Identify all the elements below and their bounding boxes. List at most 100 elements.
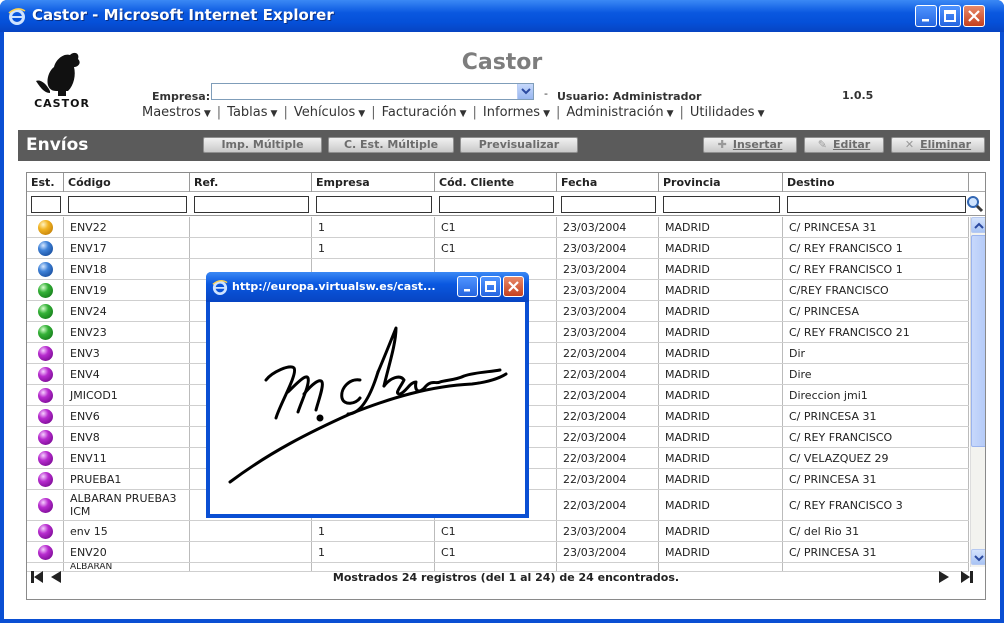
status-cell [27,427,64,447]
cell-fecha: 22/03/2004 [557,364,659,384]
filter-input[interactable] [316,196,432,213]
status-indicator-icon [37,240,53,256]
cell-fecha: 23/03/2004 [557,301,659,321]
cell-destino: C/ REY FRANCISCO [783,427,969,447]
column-header[interactable]: Ref. [190,173,312,192]
header-separator: - [544,87,548,100]
empresa-dropdown-arrow[interactable] [517,84,533,99]
status-cell [27,469,64,489]
cell-cliente: C1 [435,217,557,237]
button-label: Previsualizar [478,138,560,151]
status-cell [27,364,64,384]
scroll-up-button[interactable] [971,217,985,233]
maximize-button[interactable] [939,5,961,27]
column-header[interactable]: Cód. Cliente [435,173,557,192]
status-cell [27,217,64,237]
insertar-button[interactable]: ✚ Insertar [703,137,797,153]
minimize-button[interactable] [915,5,937,27]
menu-administracion[interactable]: Administración ▼ [566,105,673,120]
vertical-scrollbar[interactable] [970,217,985,567]
cell-fecha: 23/03/2004 [557,521,659,541]
filter-input[interactable] [787,196,966,213]
cell-provincia: MADRID [659,364,783,384]
popup-close-button[interactable] [503,276,524,297]
menu-vehiculos[interactable]: Vehículos ▼ [294,105,365,120]
menu-maestros[interactable]: Maestros ▼ [142,105,211,120]
menu-informes[interactable]: Informes ▼ [483,105,550,120]
filter-input[interactable] [194,196,309,213]
cell-codigo: ENV24 [64,301,190,321]
imp-multiple-button[interactable]: Imp. Múltiple [203,137,322,153]
handwritten-signature [228,326,508,484]
cell-ref [190,542,312,562]
close-button[interactable] [963,5,985,27]
eliminar-button[interactable]: ✕ Eliminar [891,137,985,153]
cell-provincia: MADRID [659,259,783,279]
empresa-select[interactable] [211,83,534,100]
cell-destino: C/ REY FRANCISCO 21 [783,322,969,342]
menu-facturacion[interactable]: Facturación ▼ [382,105,467,120]
est-multiple-button[interactable]: C. Est. Múltiple [328,137,454,153]
filter-input[interactable] [68,196,187,213]
status-indicator-icon [37,408,53,424]
cell-destino: Direccion jmi1 [783,385,969,405]
cell-fecha: 22/03/2004 [557,427,659,447]
menu-utilidades[interactable]: Utilidades ▼ [690,105,765,120]
popup-minimize-button[interactable] [457,276,478,297]
filter-input[interactable] [439,196,554,213]
column-header[interactable]: Empresa [312,173,435,192]
table-row[interactable]: env 15 1 C1 23/03/2004 MADRID C/ del Rio 31 [27,521,969,542]
status-indicator-icon [37,345,53,361]
table-row[interactable]: ENV17 1 C1 23/03/2004 MADRID C/ REY FRANCISCO… [27,238,969,259]
status-indicator-icon [37,366,53,382]
status-cell [27,406,64,426]
filter-input[interactable] [561,196,656,213]
status-cell [27,490,64,520]
table-row[interactable]: ENV22 1 C1 23/03/2004 MADRID C/ PRINCESA 31 [27,217,969,238]
table-row[interactable]: ENV20 1 C1 23/03/2004 MADRID C/ PRINCESA 31 [27,542,969,563]
section-toolbar: Envíos Imp. Múltiple C. Est. Múltiple Pr… [18,130,990,161]
last-page-icon[interactable] [961,571,981,583]
column-header[interactable]: Est. [27,173,64,192]
button-label: Editar [832,138,871,151]
cell-destino: C/ PRINCESA 31 [783,406,969,426]
cell-provincia: MADRID [659,301,783,321]
scroll-thumb[interactable] [971,235,985,447]
cell-destino: C/ REY FRANCISCO 1 [783,238,969,258]
status-cell [27,301,64,321]
close-icon [508,281,519,292]
filter-input[interactable] [31,196,61,213]
cell-provincia: MADRID [659,490,783,520]
cell-destino: C/REY FRANCISCO [783,280,969,300]
chevron-down-icon [974,555,984,562]
section-title: Envíos [26,135,89,155]
cell-codigo: ENV8 [64,427,190,447]
column-header[interactable]: Código [64,173,190,192]
version-label: 1.0.5 [842,89,874,102]
cell-provincia: MADRID [659,322,783,342]
cell-provincia: MADRID [659,238,783,258]
previsualizar-button[interactable]: Previsualizar [460,137,578,153]
status-indicator-icon [37,544,53,560]
cell-destino: C/ VELAZQUEZ 29 [783,448,969,468]
search-icon[interactable] [966,195,984,213]
filter-input[interactable] [663,196,780,213]
logo-text: CASTOR [34,97,90,110]
plus-icon: ✚ [717,138,727,151]
cell-codigo: ALBARAN PRUEBA3 ICM [64,490,190,520]
next-page-icon[interactable] [939,571,951,583]
button-label: C. Est. Múltiple [343,138,439,151]
column-header[interactable]: Fecha [557,173,659,192]
column-header[interactable]: Destino [783,173,969,192]
cell-codigo: JMICOD1 [64,385,190,405]
scroll-down-button[interactable] [971,549,985,565]
column-header[interactable]: Provincia [659,173,783,192]
window-title: Castor - Microsoft Internet Explorer [32,6,334,24]
cell-ref [190,217,312,237]
menu-tablas[interactable]: Tablas ▼ [227,105,277,120]
page-title: Castor [461,50,543,75]
popup-maximize-button[interactable] [480,276,501,297]
editar-button[interactable]: ✎ Editar [804,137,884,153]
cell-fecha: 23/03/2004 [557,542,659,562]
status-indicator-icon [37,429,53,445]
